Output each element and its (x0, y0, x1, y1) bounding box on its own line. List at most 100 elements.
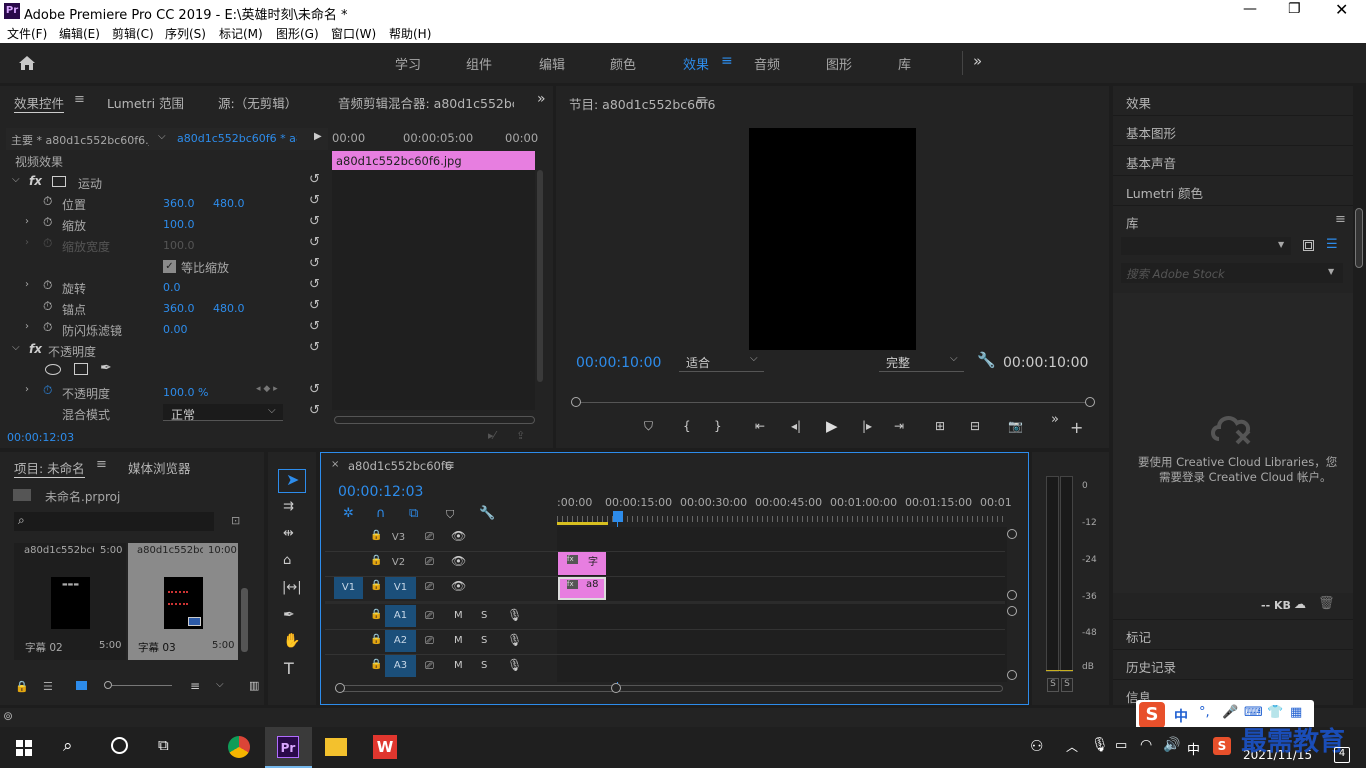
program-video-frame[interactable] (749, 128, 916, 350)
panel-essential-graphics[interactable]: 基本图形 (1126, 123, 1176, 142)
more-buttons-icon[interactable]: » (1051, 412, 1059, 427)
tab-media-browser[interactable]: 媒体浏览器 (128, 458, 191, 477)
track-label[interactable]: V1 (385, 577, 416, 599)
transform-icon[interactable] (52, 176, 66, 187)
solo-icon[interactable]: S (481, 635, 487, 646)
microphone-icon[interactable]: 🎙 (507, 658, 522, 672)
mark-in-icon[interactable]: { (683, 419, 691, 433)
library-select[interactable] (1121, 237, 1291, 255)
skin-icon[interactable]: 👕 (1267, 705, 1283, 720)
scroll-handle[interactable] (335, 683, 345, 693)
camera-icon[interactable]: 📷 (1008, 419, 1023, 433)
solo-icon[interactable]: S (481, 610, 487, 621)
panel-lumetri-color[interactable]: Lumetri 颜色 (1126, 183, 1203, 202)
rectangle-mask-icon[interactable] (74, 363, 88, 375)
panel-libraries[interactable]: 库 (1126, 213, 1139, 232)
timeline-timecode[interactable]: 00:00:12:03 (338, 484, 423, 500)
tray-chevron-icon[interactable]: ︿ (1066, 738, 1078, 755)
track-label[interactable]: A1 (385, 605, 416, 627)
extract-icon[interactable]: ⊟ (970, 419, 980, 433)
menu-edit[interactable]: 编辑(E) (59, 25, 100, 42)
workspace-editing[interactable]: 编辑 (539, 54, 565, 73)
filter-icon[interactable]: ▸⁄ (488, 429, 495, 442)
scale-value[interactable]: 100.0 (163, 218, 195, 231)
solo-left-button[interactable]: S (1047, 678, 1059, 692)
lift-icon[interactable]: ⊞ (935, 419, 945, 433)
fx-icon[interactable]: fx (29, 174, 42, 188)
fx-icon[interactable]: fx (29, 342, 42, 356)
workspace-audio[interactable]: 音频 (754, 54, 780, 73)
wifi-icon[interactable]: ◠ (1140, 737, 1152, 753)
program-playhead-timecode[interactable]: 00:00:10:00 (576, 355, 661, 371)
zoom-slider-handle[interactable] (104, 681, 112, 689)
ripple-edit-tool-icon[interactable]: ⇹ (283, 526, 294, 541)
file-explorer-icon[interactable] (325, 738, 347, 756)
chevron-down-icon[interactable]: ⌵ (158, 131, 166, 142)
chrome-icon[interactable] (228, 736, 250, 758)
keyframe-area[interactable] (332, 170, 535, 410)
solo-icon[interactable]: S (481, 660, 487, 671)
stopwatch-icon[interactable]: ⏱ (43, 215, 52, 230)
panel-menu-icon[interactable]: ≡ (74, 92, 85, 107)
scrub-end-handle[interactable] (1085, 397, 1095, 407)
menu-marker[interactable]: 标记(M) (219, 25, 263, 42)
sync-lock-icon[interactable]: ⎚ (425, 580, 434, 594)
microphone-icon[interactable]: 🎙 (1091, 737, 1109, 753)
timeline-tab[interactable]: a80d1c552bc60f6 (348, 459, 452, 473)
panel-essential-sound[interactable]: 基本声音 (1126, 153, 1176, 172)
anchor-y[interactable]: 480.0 (213, 302, 245, 315)
export-icon[interactable]: ⇪ (516, 429, 525, 442)
sogou-tray-icon[interactable]: S (1213, 737, 1231, 755)
add-marker-icon[interactable]: ⛉ (644, 419, 653, 434)
tab-source[interactable]: 源:（无剪辑） (218, 93, 297, 112)
search-icon[interactable]: ⌕ (63, 736, 73, 756)
zoom-scrollbar[interactable] (334, 416, 535, 424)
playhead-handle[interactable] (613, 511, 623, 522)
reset-icon[interactable]: ↺ (309, 172, 320, 187)
reset-icon[interactable]: ↺ (309, 382, 320, 397)
workspace-color[interactable]: 颜色 (610, 54, 636, 73)
v-scroll-handle[interactable] (1007, 529, 1017, 539)
solo-right-button[interactable]: S (1061, 678, 1073, 692)
menu-clip[interactable]: 剪辑(C) (112, 25, 154, 42)
pen-tool-icon[interactable]: ✒ (283, 607, 295, 623)
rotation-value[interactable]: 0.0 (163, 281, 181, 294)
input-language[interactable]: 中 (1187, 739, 1200, 758)
lock-icon[interactable]: 🔒 (15, 680, 29, 693)
track-select-tool-icon[interactable]: ⇉ (283, 499, 294, 514)
sequence-clip-label[interactable]: a80d1c552bc60f6 * a8... (177, 132, 297, 145)
keyframe-nav-icon[interactable]: ◂ ◆ ▸ (256, 384, 278, 394)
play-triangle-icon[interactable]: ▶ (314, 131, 322, 142)
ime-mode[interactable]: 中 (1174, 706, 1188, 726)
icon-view-icon[interactable] (76, 681, 87, 690)
program-title[interactable]: 节目: a80d1c552bc60f6 (569, 94, 715, 113)
go-to-out-icon[interactable]: ⇥ (894, 419, 904, 433)
people-icon[interactable]: ⚇ (1030, 737, 1043, 755)
mute-icon[interactable]: M (454, 660, 463, 671)
collapse-icon[interactable]: ⌵ (12, 342, 20, 353)
stopwatch-icon[interactable]: ⏱ (43, 299, 52, 314)
chevron-down-icon[interactable]: ⌵ (268, 405, 276, 416)
hand-tool-icon[interactable]: ✋ (283, 633, 300, 649)
anchor-x[interactable]: 360.0 (163, 302, 195, 315)
microphone-icon[interactable]: 🎙 (507, 633, 522, 647)
automate-icon[interactable]: ▥ (249, 679, 259, 692)
sync-lock-icon[interactable]: ⎚ (425, 659, 434, 673)
effect-timecode[interactable]: 00:00:12:03 (7, 431, 74, 444)
snap-icon[interactable]: ∩ (376, 506, 386, 521)
caret-down-icon[interactable]: ▼ (1278, 240, 1284, 249)
timeline-clip-v2[interactable] (558, 552, 606, 575)
tab-project[interactable]: 项目: 未命名 (14, 458, 85, 478)
lock-icon[interactable]: 🔒 (370, 580, 382, 591)
grid-view-icon[interactable] (1303, 240, 1314, 251)
lock-icon[interactable]: 🔒 (370, 609, 382, 620)
tab-lumetri-scopes[interactable]: Lumetri 范围 (107, 93, 184, 112)
workspace-assembly[interactable]: 组件 (466, 54, 492, 73)
status-icon[interactable]: ⊚ (3, 709, 13, 723)
eye-icon[interactable]: 👁 (451, 554, 466, 568)
eye-icon[interactable]: 👁 (451, 579, 466, 593)
reset-icon[interactable]: ↺ (309, 319, 320, 334)
minimize-icon[interactable]: — (1243, 1, 1257, 17)
mute-icon[interactable]: M (454, 610, 463, 621)
opacity-value[interactable]: 100.0 % (163, 386, 208, 399)
